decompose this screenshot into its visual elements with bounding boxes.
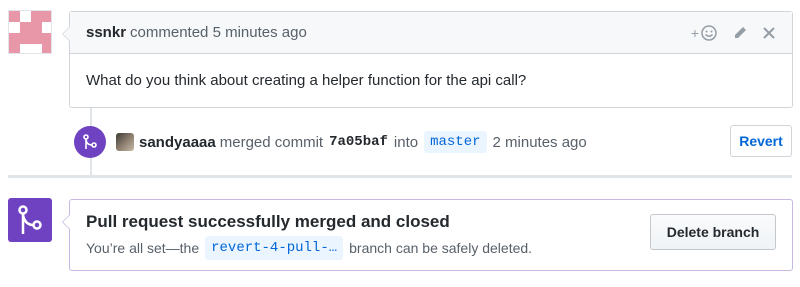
comment-time[interactable]: 5 minutes ago	[213, 24, 307, 41]
comment-header: ssnkr commented 5 minutes ago +	[70, 12, 792, 54]
pencil-icon[interactable]	[732, 25, 748, 41]
merged-status-icon	[8, 198, 52, 242]
event-action: merged commit	[219, 133, 324, 151]
delete-branch-button[interactable]: Delete branch	[650, 214, 776, 250]
close-icon[interactable]	[762, 26, 776, 40]
merge-status-title: Pull request successfully merged and clo…	[86, 212, 450, 231]
add-reaction-plus: +	[690, 24, 699, 41]
merge-status-suffix: branch can be safely deleted.	[349, 240, 533, 256]
timeline-divider	[8, 175, 792, 178]
comment-action: commented	[130, 24, 209, 41]
head-branch[interactable]: revert-4-pull-…	[205, 236, 344, 260]
merge-status-prefix: You’re all set—the	[86, 240, 200, 256]
commit-sha[interactable]: 7a05baf	[329, 134, 388, 150]
merge-status-subtitle: You’re all set—the revert-4-pull-… branc…	[86, 236, 532, 260]
comment-body: What do you think about creating a helpe…	[86, 72, 527, 89]
git-merge-icon	[83, 134, 97, 149]
event-time[interactable]: 2 minutes ago	[493, 134, 587, 151]
event-actor[interactable]: sandyaaaa	[139, 134, 216, 151]
merge-event-badge	[74, 126, 106, 158]
merge-status-box: Pull request successfully merged and clo…	[62, 199, 793, 271]
merge-event: sandyaaaa merged commit 7a05baf into mas…	[74, 125, 800, 159]
comment-box: ssnkr commented 5 minutes ago + What do …	[62, 11, 793, 108]
event-into: into	[393, 133, 419, 151]
avatar[interactable]	[8, 10, 52, 54]
base-branch[interactable]: master	[424, 131, 487, 153]
comment-author[interactable]: ssnkr	[86, 24, 126, 41]
merge-event-text: sandyaaaa merged commit 7a05baf into mas…	[116, 131, 587, 153]
revert-button[interactable]: Revert	[730, 125, 792, 157]
git-merge-icon	[18, 205, 42, 234]
avatar[interactable]	[116, 133, 134, 151]
add-reaction-icon[interactable]: +	[691, 24, 718, 42]
